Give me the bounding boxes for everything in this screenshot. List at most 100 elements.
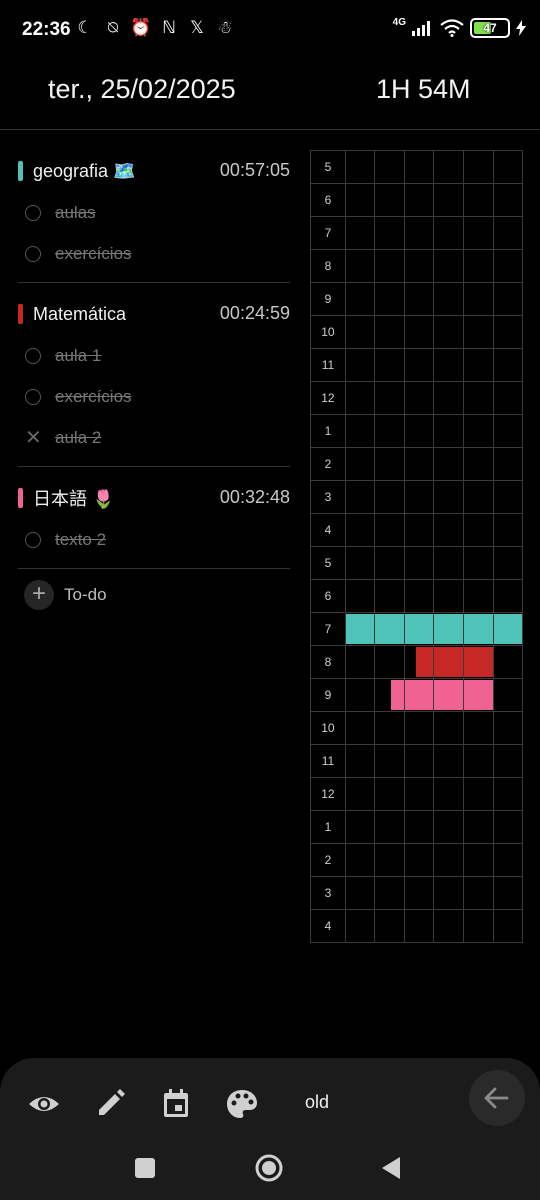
time-slot[interactable] <box>375 778 405 811</box>
task-item[interactable]: exercícios <box>18 376 290 417</box>
time-slot[interactable] <box>375 217 405 250</box>
time-slot[interactable] <box>434 910 464 943</box>
task-checkbox[interactable] <box>25 245 41 262</box>
time-slot[interactable] <box>375 250 405 283</box>
time-slot[interactable] <box>345 448 376 481</box>
recents-icon[interactable] <box>134 1157 156 1179</box>
time-slot[interactable] <box>493 613 524 646</box>
time-slot[interactable] <box>404 778 435 811</box>
time-slot[interactable] <box>345 844 376 877</box>
study-block[interactable] <box>434 680 463 710</box>
time-slot[interactable] <box>345 316 376 349</box>
subject-header[interactable]: Matemática 00:24:59 <box>18 293 290 335</box>
study-block[interactable] <box>391 680 404 710</box>
time-slot[interactable] <box>434 745 464 778</box>
time-slot[interactable] <box>404 184 435 217</box>
calendar-icon[interactable] <box>158 1086 194 1122</box>
time-slot[interactable] <box>434 613 464 646</box>
time-slot[interactable] <box>434 316 464 349</box>
time-slot[interactable] <box>434 481 464 514</box>
time-slot[interactable] <box>493 877 524 910</box>
study-block[interactable] <box>493 614 523 644</box>
time-slot[interactable] <box>375 910 405 943</box>
time-slot[interactable] <box>463 217 494 250</box>
time-slot[interactable] <box>463 184 494 217</box>
time-slot[interactable] <box>345 382 376 415</box>
time-slot[interactable] <box>463 646 494 679</box>
time-slot[interactable] <box>404 910 435 943</box>
time-slot[interactable] <box>345 877 376 910</box>
time-slot[interactable] <box>404 349 435 382</box>
time-slot[interactable] <box>404 844 435 877</box>
time-slot[interactable] <box>345 811 376 844</box>
time-slot[interactable] <box>404 283 435 316</box>
time-slot[interactable] <box>463 910 494 943</box>
time-slot[interactable] <box>375 613 405 646</box>
task-checkbox[interactable] <box>25 388 41 405</box>
study-block[interactable] <box>434 647 463 677</box>
time-slot[interactable] <box>345 415 376 448</box>
time-slot[interactable] <box>404 646 435 679</box>
time-slot[interactable] <box>493 448 524 481</box>
time-slot[interactable] <box>434 580 464 613</box>
time-slot[interactable] <box>375 679 405 712</box>
study-block[interactable] <box>375 614 404 644</box>
time-slot[interactable] <box>375 514 405 547</box>
time-slot[interactable] <box>434 184 464 217</box>
old-button[interactable]: old <box>305 1092 329 1113</box>
time-slot[interactable] <box>493 547 524 580</box>
time-slot[interactable] <box>404 481 435 514</box>
time-slot[interactable] <box>463 712 494 745</box>
time-slot[interactable] <box>493 910 524 943</box>
time-slot[interactable] <box>434 844 464 877</box>
subject-header[interactable]: 日本語 🌷 00:32:48 <box>18 477 290 519</box>
time-slot[interactable] <box>375 646 405 679</box>
time-slot[interactable] <box>375 316 405 349</box>
time-slot[interactable] <box>434 712 464 745</box>
time-slot[interactable] <box>463 316 494 349</box>
time-slot[interactable] <box>493 184 524 217</box>
time-slot[interactable] <box>375 712 405 745</box>
task-checkbox[interactable] <box>25 347 41 364</box>
time-slot[interactable] <box>463 844 494 877</box>
pencil-icon[interactable] <box>92 1086 128 1122</box>
time-slot[interactable] <box>345 184 376 217</box>
time-slot[interactable] <box>434 382 464 415</box>
time-slot[interactable] <box>345 580 376 613</box>
time-slot[interactable] <box>434 415 464 448</box>
time-slot[interactable] <box>345 646 376 679</box>
time-slot[interactable] <box>375 844 405 877</box>
time-slot[interactable] <box>463 481 494 514</box>
time-slot[interactable] <box>375 811 405 844</box>
time-slot[interactable] <box>434 646 464 679</box>
time-slot[interactable] <box>404 448 435 481</box>
time-slot[interactable] <box>375 448 405 481</box>
time-slot[interactable] <box>493 778 524 811</box>
time-slot[interactable] <box>345 151 376 184</box>
task-item[interactable]: exercícios <box>18 233 290 274</box>
home-icon[interactable] <box>254 1153 284 1183</box>
time-slot[interactable] <box>463 613 494 646</box>
time-slot[interactable] <box>493 382 524 415</box>
time-slot[interactable] <box>463 679 494 712</box>
time-slot[interactable] <box>375 382 405 415</box>
time-slot[interactable] <box>404 151 435 184</box>
time-slot[interactable] <box>493 514 524 547</box>
time-slot[interactable] <box>404 580 435 613</box>
time-slot[interactable] <box>463 349 494 382</box>
time-slot[interactable] <box>493 283 524 316</box>
time-slot[interactable] <box>493 151 524 184</box>
time-slot[interactable] <box>375 415 405 448</box>
time-slot[interactable] <box>434 283 464 316</box>
palette-icon[interactable] <box>224 1086 260 1122</box>
time-slot[interactable] <box>493 811 524 844</box>
time-slot[interactable] <box>493 679 524 712</box>
time-slot[interactable] <box>404 712 435 745</box>
time-slot[interactable] <box>404 316 435 349</box>
time-slot[interactable] <box>463 745 494 778</box>
time-slot[interactable] <box>463 448 494 481</box>
study-block[interactable] <box>463 614 493 644</box>
time-slot[interactable] <box>404 250 435 283</box>
time-slot[interactable] <box>493 415 524 448</box>
time-slot[interactable] <box>345 547 376 580</box>
